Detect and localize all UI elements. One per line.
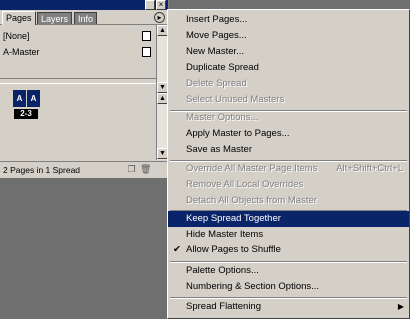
menu-hide-master-items[interactable]: Hide Master Items: [168, 227, 409, 243]
menu-insert-pages[interactable]: Insert Pages...: [168, 12, 409, 28]
menu-remove-local-overrides: Remove All Local Overrides: [186, 179, 304, 190]
master-a[interactable]: A-Master: [3, 44, 153, 60]
page-count-status: 2 Pages in 1 Spread: [3, 165, 81, 175]
checkmark-icon: ✔: [173, 244, 181, 255]
page-thumbnail-left[interactable]: A: [13, 90, 26, 107]
tab-pages[interactable]: Pages: [2, 11, 36, 25]
tab-layers[interactable]: Layers: [37, 12, 73, 24]
master-a-thumbnail[interactable]: [142, 47, 151, 57]
close-button[interactable]: ×: [156, 0, 166, 10]
palette-titlebar[interactable]: ×: [0, 0, 168, 10]
menu-master-options: Master Options...: [186, 112, 259, 123]
menu-palette-options[interactable]: Palette Options...: [168, 263, 409, 279]
trash-icon[interactable]: 🗑: [140, 164, 151, 175]
new-page-icon[interactable]: ❐: [126, 164, 137, 175]
menu-move-pages[interactable]: Move Pages...: [168, 28, 409, 44]
pages-flyout-menu: Insert Pages... Move Pages... New Master…: [167, 9, 410, 319]
menu-apply-master[interactable]: Apply Master to Pages...: [168, 126, 409, 142]
shortcut-label: Alt+Shift+Ctrl+L: [336, 163, 403, 174]
palette-tabs: Pages Layers Info: [0, 10, 168, 25]
menu-new-master[interactable]: New Master...: [168, 44, 409, 60]
menu-detach-objects: Detach All Objects from Master: [186, 195, 317, 206]
menu-allow-pages-to-shuffle[interactable]: ✔ Allow Pages to Shuffle: [168, 242, 409, 258]
menu-save-as-master[interactable]: Save as Master: [168, 142, 409, 158]
submenu-arrow-icon: ▶: [397, 302, 404, 311]
menu-delete-spread: Delete Spread: [186, 78, 247, 89]
master-a-label: A-Master: [3, 47, 40, 57]
page-thumbnail-right[interactable]: A: [27, 90, 40, 107]
tab-info[interactable]: Info: [74, 12, 98, 24]
menu-keep-spread-together[interactable]: Keep Spread Together: [168, 211, 409, 227]
palette-status-bar: 2 Pages in 1 Spread ❐ 🗑: [0, 161, 168, 178]
menu-override-all-master-items: Override All Master Page Items Alt+Shift+…: [168, 161, 409, 177]
menu-duplicate-spread[interactable]: Duplicate Spread: [168, 60, 409, 76]
master-none-thumbnail[interactable]: [142, 31, 151, 41]
palette-menu-button[interactable]: ▸: [154, 12, 165, 23]
spread-label: 2-3: [14, 109, 38, 119]
palette-divider[interactable]: [0, 78, 156, 84]
menu-spread-flattening[interactable]: Spread Flattening ▶: [168, 299, 409, 315]
master-none-label: [None]: [3, 31, 30, 41]
master-none[interactable]: [None]: [3, 28, 153, 44]
minimize-button[interactable]: [145, 0, 155, 10]
pages-palette: × Pages Layers Info ▸ [None] A-Master ▲ …: [0, 0, 169, 178]
menu-numbering-section-options[interactable]: Numbering & Section Options...: [168, 279, 409, 295]
menu-select-unused-masters: Select Unused Masters: [186, 94, 285, 105]
